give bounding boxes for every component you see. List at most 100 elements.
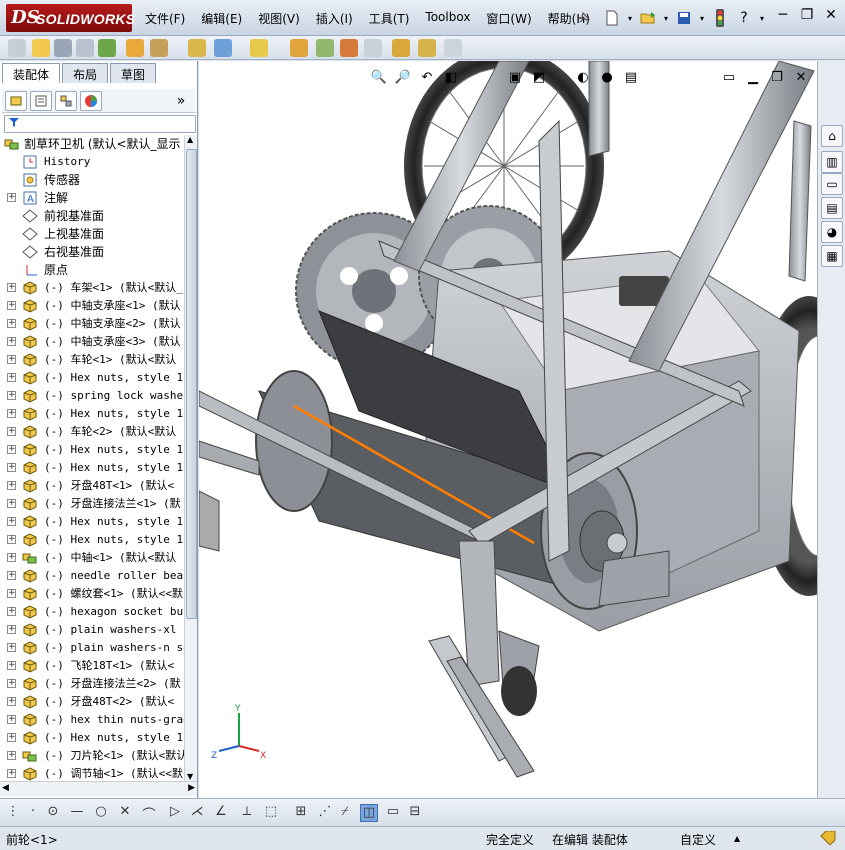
tree-item[interactable]: + (-) hexagon socket butt	[0, 603, 184, 621]
scroll-up-icon[interactable]: ▲	[187, 135, 193, 144]
open-folder-icon[interactable]	[638, 8, 658, 28]
appearances-icon[interactable]: ◕	[821, 221, 843, 243]
tree-item[interactable]: + (-) 车轮<2> (默认<默认	[0, 423, 184, 441]
configuration-manager-icon[interactable]	[55, 90, 77, 111]
spline-icon[interactable]: ▷	[166, 804, 184, 822]
solidworks-resources-icon[interactable]: ⌂	[821, 125, 843, 147]
tab-sketch[interactable]: 草图	[110, 63, 157, 83]
relations-icon[interactable]: ⌿	[336, 804, 354, 822]
menu-window[interactable]: 窗口(W)	[486, 10, 531, 27]
graphics-area[interactable]: Y X Z 🔍 🔎 ↶ ◧ ▣ ◩ ◐ ● ▤ ▭ ▁ ❐ ✕	[199, 61, 817, 798]
tree-item[interactable]: + (-) Hex nuts, style 1-G	[0, 441, 184, 459]
expand-toggle-icon[interactable]: +	[7, 391, 16, 400]
viewport-maximize-icon[interactable]: ❐	[767, 67, 787, 87]
tree-item[interactable]: + (-) 刀片轮<1> (默认<默认	[0, 747, 184, 765]
menu-insert[interactable]: 插入(I)	[316, 10, 353, 27]
custom-properties-icon[interactable]: ▦	[821, 245, 843, 267]
tree-item[interactable]: + (-) 牙盘48T<1> (默认<	[0, 477, 184, 495]
tree-vertical-scrollbar[interactable]: ▲ ▼	[184, 135, 197, 781]
menu-tools[interactable]: 工具(T)	[369, 10, 410, 27]
chevron-down-icon[interactable]: ▾	[758, 8, 766, 28]
expand-toggle-icon[interactable]: +	[7, 517, 16, 526]
tree-item[interactable]: 前视基准面	[0, 207, 184, 225]
move-component-icon[interactable]	[126, 39, 144, 57]
tree-horizontal-scrollbar[interactable]: ◀ ▶	[0, 781, 197, 796]
hide-show-items-icon[interactable]: ◐	[573, 67, 593, 87]
assembly-features-icon[interactable]	[214, 39, 232, 57]
model-view[interactable]: Y X Z	[199, 61, 817, 798]
expand-toggle-icon[interactable]: +	[7, 571, 16, 580]
linear-pattern-icon[interactable]	[76, 39, 94, 57]
view-orientation-icon[interactable]: ▣	[505, 67, 525, 87]
pin-icon[interactable]	[574, 8, 594, 28]
zoom-area-icon[interactable]: 🔎	[393, 67, 413, 87]
circle-icon[interactable]: ○	[92, 804, 110, 822]
trim-icon[interactable]: ✕	[116, 804, 134, 822]
tree-item[interactable]: History	[0, 153, 184, 171]
expand-toggle-icon[interactable]: +	[7, 427, 16, 436]
clearance-verification-icon[interactable]	[418, 39, 436, 57]
bill-of-materials-icon[interactable]	[316, 39, 334, 57]
exploded-view-icon[interactable]	[340, 39, 358, 57]
zoom-to-fit-icon[interactable]: 🔍	[369, 67, 389, 87]
viewport-close-icon[interactable]: ✕	[791, 67, 811, 87]
tree-item[interactable]: + (-) needle roller beari	[0, 567, 184, 585]
tree-item[interactable]: + (-) 调节轴<1> (默认<<默	[0, 765, 184, 781]
expand-toggle-icon[interactable]: +	[7, 715, 16, 724]
chevron-down-icon[interactable]: ▾	[662, 8, 670, 28]
arc-icon[interactable]: ⌒	[140, 804, 158, 823]
viewport-minimize-icon[interactable]: ▁	[743, 67, 763, 87]
section-view-icon[interactable]: ◧	[441, 67, 461, 87]
new-document-icon[interactable]	[602, 8, 622, 28]
tab-layout[interactable]: 布局	[62, 63, 109, 83]
edit-component-icon[interactable]	[8, 39, 26, 57]
interference-detection-icon[interactable]	[392, 39, 410, 57]
save-icon[interactable]	[674, 8, 694, 28]
hole-alignment-icon[interactable]	[444, 39, 462, 57]
rebuild-traffic-light-icon[interactable]	[710, 8, 730, 28]
expand-toggle-icon[interactable]: +	[7, 409, 16, 418]
explode-line-sketch-icon[interactable]	[364, 39, 382, 57]
view-palette-icon[interactable]: ▤	[821, 197, 843, 219]
show-hidden-icon[interactable]	[188, 39, 206, 57]
expand-toggle-icon[interactable]: +	[7, 193, 16, 202]
more-tabs-icon[interactable]: »	[170, 91, 192, 111]
expand-toggle-icon[interactable]: +	[7, 319, 16, 328]
dimension-icon[interactable]: ⟂	[238, 804, 256, 822]
property-manager-icon[interactable]	[30, 90, 52, 111]
expand-toggle-icon[interactable]: +	[7, 625, 16, 634]
tab-assembly[interactable]: 装配体	[2, 63, 61, 83]
tree-filter-input[interactable]	[4, 115, 196, 133]
apply-scene-icon[interactable]: ▤	[621, 67, 641, 87]
chevron-down-icon[interactable]: ▾	[626, 8, 634, 28]
expand-toggle-icon[interactable]: +	[7, 283, 16, 292]
offset-icon[interactable]: ⋰	[316, 804, 334, 822]
tree-item[interactable]: + (-) plain washers-xl se	[0, 621, 184, 639]
tree-item[interactable]: + (-) Hex nuts, style 1-G	[0, 531, 184, 549]
line-icon[interactable]: —	[68, 804, 86, 822]
tree-item[interactable]: + (-) 车架<1> (默认<默认_	[0, 279, 184, 297]
tree-item[interactable]: + (-) Hex nuts, style 1-G	[0, 729, 184, 747]
window-tile-icon[interactable]: ▭	[384, 804, 402, 822]
tree-item[interactable]: + (-) 中轴支承座<1> (默认	[0, 297, 184, 315]
rotate-component-icon[interactable]	[150, 39, 168, 57]
point-icon[interactable]: ·	[24, 804, 42, 822]
tree-item[interactable]: 右视基准面	[0, 243, 184, 261]
expand-toggle-icon[interactable]: +	[7, 607, 16, 616]
angle-icon[interactable]: ∠	[212, 804, 230, 822]
expand-toggle-icon[interactable]: +	[7, 481, 16, 490]
tree-item[interactable]: + (-) spring lock washers	[0, 387, 184, 405]
tree-item[interactable]: + (-) Hex nuts, style 1-G	[0, 513, 184, 531]
viewport-split-icon[interactable]: ▭	[719, 67, 739, 87]
expand-toggle-icon[interactable]: +	[7, 589, 16, 598]
tree-item[interactable]: + (-) 飞轮18T<1> (默认<	[0, 657, 184, 675]
scroll-right-icon[interactable]: ▶	[188, 783, 195, 793]
expand-toggle-icon[interactable]: +	[7, 733, 16, 742]
display-style-icon[interactable]: ◩	[529, 67, 549, 87]
tree-item[interactable]: + (-) hex thin nuts-grade	[0, 711, 184, 729]
tree-item[interactable]: + (-) Hex nuts, style 1-G	[0, 405, 184, 423]
status-units-arrow-icon[interactable]: ▲	[734, 834, 740, 843]
tree-item[interactable]: + (-) 牙盘连接法兰<2> (默	[0, 675, 184, 693]
edit-appearance-icon[interactable]: ●	[597, 67, 617, 87]
tree-item[interactable]: + (-) 中轴支承座<3> (默认	[0, 333, 184, 351]
